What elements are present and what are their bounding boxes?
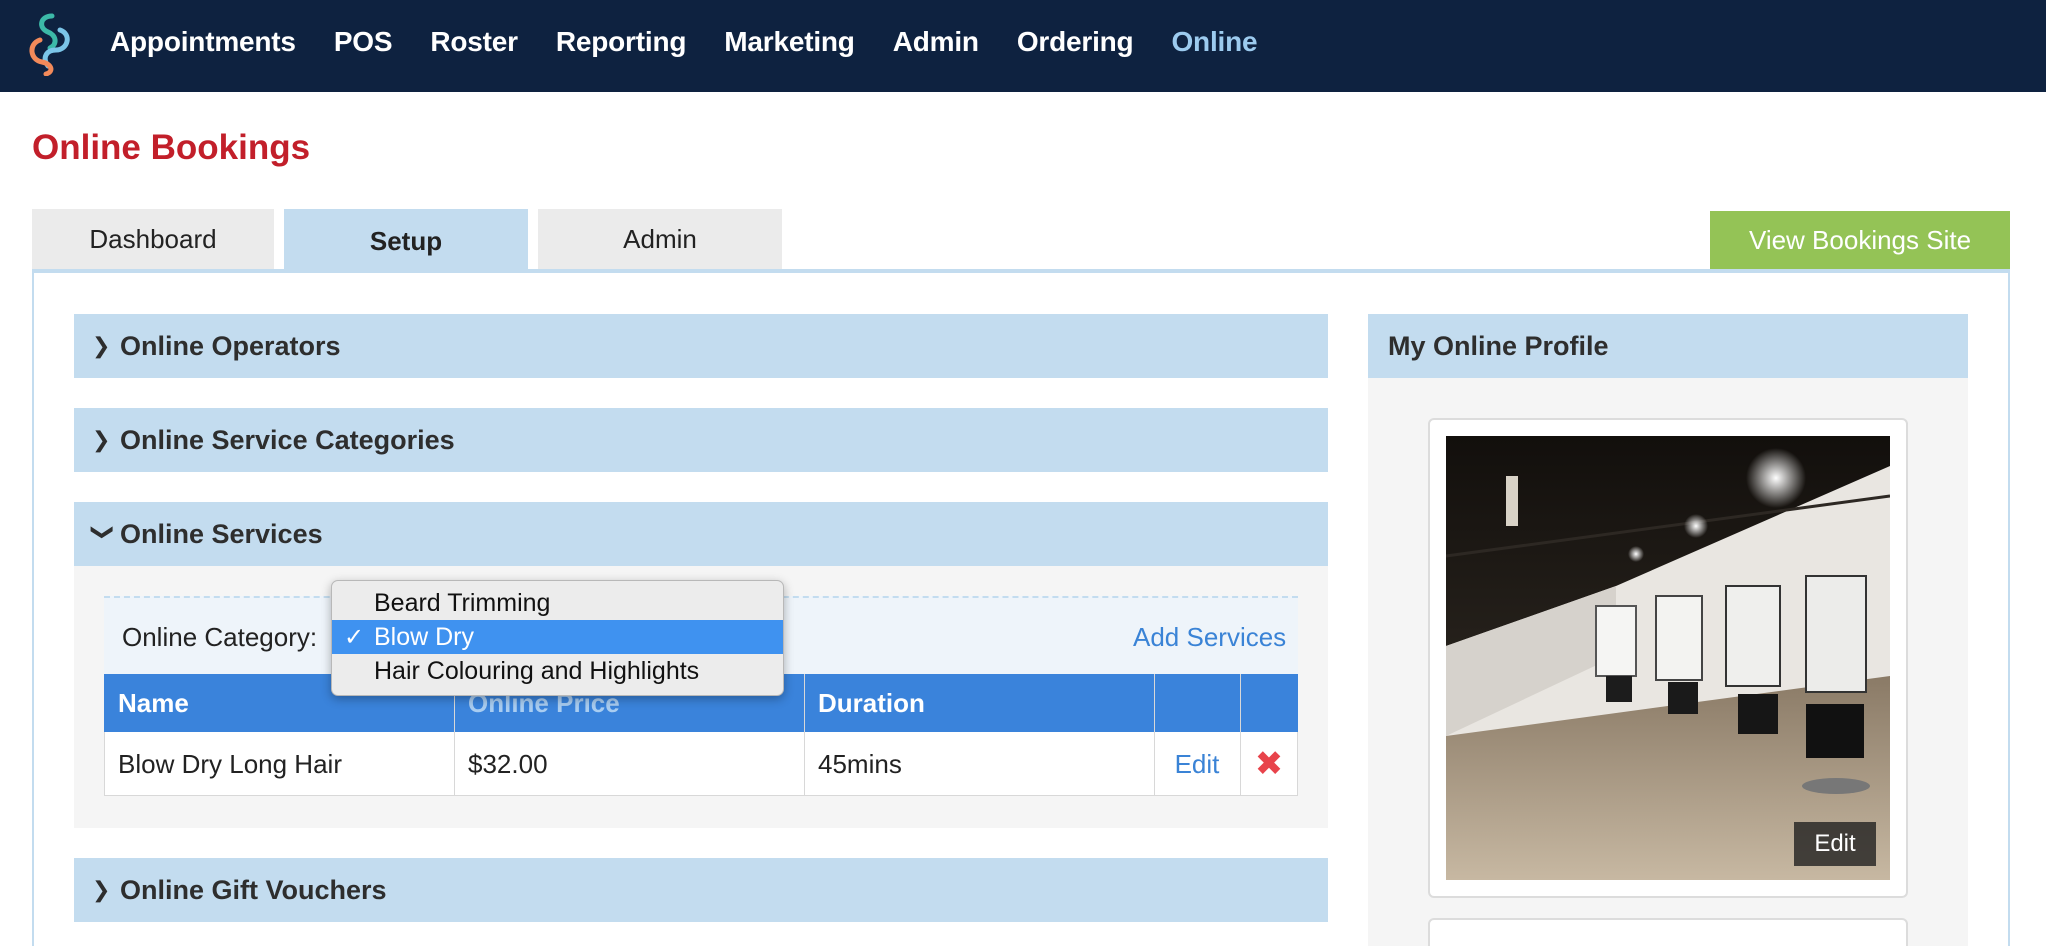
my-online-profile-header: My Online Profile [1368,314,1968,378]
edit-service-link[interactable]: Edit [1154,732,1240,796]
chevron-right-icon: ❯ [92,427,111,452]
nav-admin[interactable]: Admin [893,26,979,58]
online-category-label: Online Category: [122,622,318,652]
section-online-services[interactable]: ❯ Online Services [74,502,1328,566]
section-online-service-categories[interactable]: ❯ Online Service Categories [74,408,1328,472]
section-label: Online Service Categories [120,424,455,455]
section-label: Online Gift Vouchers [120,874,387,905]
delete-icon[interactable]: ✖ [1240,732,1298,796]
nav-online[interactable]: Online [1171,26,1257,58]
nav-pos[interactable]: POS [334,26,393,58]
section-online-gift-vouchers[interactable]: ❯ Online Gift Vouchers [74,858,1328,922]
salon-photo [1446,436,1890,880]
chevron-down-icon: ❯ [91,523,116,542]
online-category-dropdown[interactable]: Beard Trimming ✓ Blow Dry Hair Colouring… [331,580,784,696]
profile-details-card [1428,918,1908,946]
tab-admin[interactable]: Admin [538,209,782,269]
edit-photo-button[interactable]: Edit [1794,822,1876,866]
section-label: Online Services [120,518,323,549]
tab-dashboard[interactable]: Dashboard [32,209,274,269]
section-label: Online Operators [120,330,341,361]
section-online-operators[interactable]: ❯ Online Operators [74,314,1328,378]
chevron-right-icon: ❯ [92,877,111,902]
tab-setup[interactable]: Setup [284,209,528,273]
salon-interior-image [1446,436,1890,880]
nav-marketing[interactable]: Marketing [724,26,855,58]
page-title: Online Bookings [32,128,311,167]
app-logo-icon[interactable] [22,10,78,76]
nav-reporting[interactable]: Reporting [556,26,687,58]
cell-service-name: Blow Dry Long Hair [118,748,342,779]
nav-roster[interactable]: Roster [430,26,518,58]
cell-online-price: $32.00 [468,748,548,779]
chevron-right-icon: ❯ [92,333,111,358]
nav-ordering[interactable]: Ordering [1017,26,1134,58]
view-bookings-site-button[interactable]: View Bookings Site [1710,211,2010,270]
cell-duration: 45mins [818,748,902,779]
dropdown-option-beard-trimming[interactable]: Beard Trimming [332,586,783,620]
checkmark-icon: ✓ [344,623,365,651]
dropdown-option-blow-dry[interactable]: ✓ Blow Dry [332,620,783,654]
top-navbar: Appointments POS Roster Reporting Market… [0,0,2046,92]
column-header-duration: Duration [818,687,925,718]
main-nav: Appointments POS Roster Reporting Market… [110,0,1295,84]
dropdown-option-hair-colouring[interactable]: Hair Colouring and Highlights [332,654,783,688]
add-services-link[interactable]: Add Services [1133,622,1286,653]
nav-appointments[interactable]: Appointments [110,26,296,58]
